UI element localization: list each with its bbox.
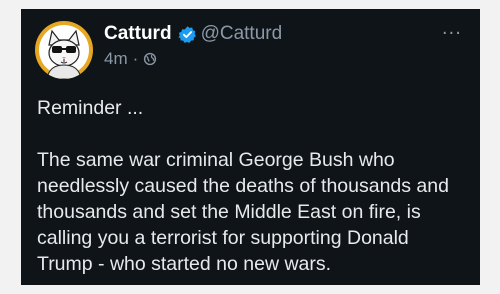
more-options-icon[interactable]: ···: [442, 25, 462, 43]
cat-avatar-icon: [39, 25, 89, 79]
avatar[interactable]: [35, 21, 93, 79]
verified-badge-icon: [177, 25, 196, 43]
author-handle[interactable]: @Catturd: [201, 23, 283, 45]
meta-separator: ·: [132, 49, 139, 68]
tweet-paragraph-2: The same war criminal George Bush who ne…: [37, 149, 449, 275]
tweet-meta: 4m ·: [104, 49, 282, 69]
author-row: Catturd @Catturd: [104, 23, 282, 45]
tweet-header: Catturd @Catturd 4m ·: [104, 23, 282, 69]
tweet-paragraph-1: Reminder ...: [37, 97, 144, 119]
globe-icon: [144, 52, 157, 66]
tweet-card: Catturd @Catturd 4m · ··· Reminder ... T…: [21, 9, 480, 285]
timestamp[interactable]: 4m: [104, 49, 128, 69]
author-display-name[interactable]: Catturd: [104, 23, 172, 45]
tweet-text: Reminder ... The same war criminal Georg…: [37, 95, 467, 277]
